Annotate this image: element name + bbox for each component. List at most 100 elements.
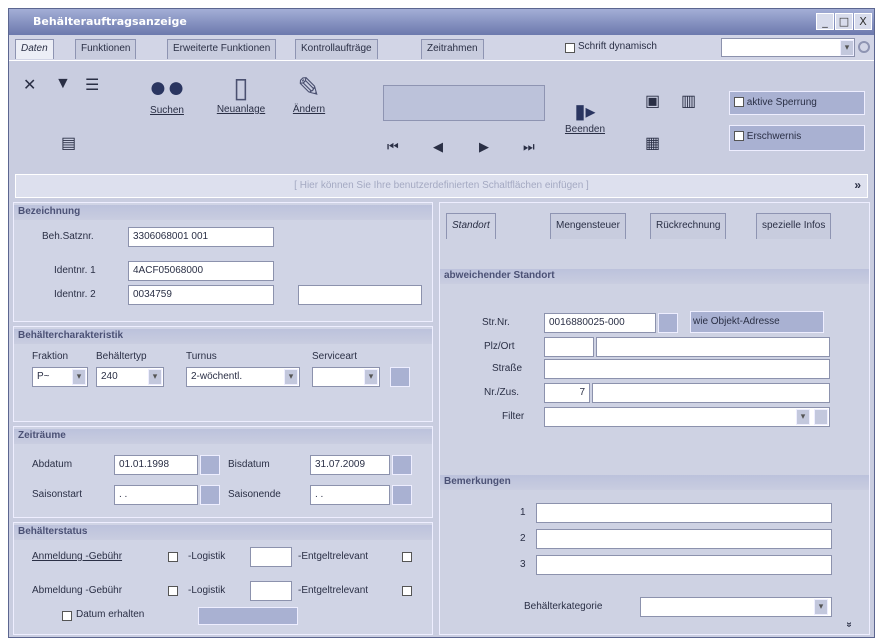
calendar-icon[interactable]: [200, 485, 220, 505]
chevron-down-icon[interactable]: ▾: [364, 369, 378, 385]
record-display: [383, 85, 545, 121]
nr-field[interactable]: 7: [544, 383, 590, 403]
first-record-icon[interactable]: ⏮: [387, 139, 399, 155]
schrift-dynamisch-checkbox[interactable]: [565, 43, 575, 53]
search-button[interactable]: ●● Suchen: [137, 71, 197, 116]
strnr-field[interactable]: 0016880025-000: [544, 313, 656, 333]
anmeldung-entgelt-label: -Entgeltrelevant: [298, 551, 369, 562]
edit-button[interactable]: ✎ Ändern: [281, 71, 337, 115]
bemerkung-1-field[interactable]: [536, 503, 832, 523]
chevron-down-icon[interactable]: ▾: [840, 40, 854, 56]
ident3-field[interactable]: [298, 285, 422, 305]
anmeldung-checkbox[interactable]: [168, 552, 178, 562]
expand-more-icon[interactable]: »: [843, 622, 854, 628]
tab-rueckrechnung[interactable]: Rückrechnung: [650, 213, 727, 239]
toolbar: ✕ ▼ ☰ ▤ ●● Suchen ▯ Neuanlage ✎ Ändern ⏮…: [9, 61, 874, 171]
tab-spezielle-infos[interactable]: spezielle Infos: [756, 213, 832, 239]
expand-toolbar-icon[interactable]: »: [854, 178, 861, 192]
zeitraeume-panel: Zeiträume Abdatum 01.01.1998 Bisdatum 31…: [13, 426, 433, 518]
close-button[interactable]: X: [854, 13, 872, 30]
strasse-label: Straße: [492, 363, 523, 374]
filter-select[interactable]: [544, 407, 830, 427]
ident2-field[interactable]: 0034759: [128, 285, 274, 305]
abdatum-field[interactable]: 01.01.1998: [114, 455, 198, 475]
wie-objekt-adresse-button[interactable]: wie Objekt-Adresse: [690, 311, 824, 333]
abdatum-label: Abdatum: [32, 459, 73, 470]
tab-mengensteuer[interactable]: Mengensteuer: [550, 213, 626, 239]
anmeldung-label: Anmeldung -Gebühr: [32, 551, 123, 562]
print-icon[interactable]: ▤: [61, 133, 76, 153]
bisdatum-label: Bisdatum: [228, 459, 270, 470]
service-lookup-button[interactable]: [390, 367, 410, 387]
chevron-down-icon[interactable]: ▾: [796, 409, 810, 425]
bisdatum-field[interactable]: 31.07.2009: [310, 455, 390, 475]
turnus-select[interactable]: 2-wöchentl.: [186, 367, 300, 387]
bezeichnung-panel: Bezeichnung Beh.Satznr. 3306068001 001 I…: [13, 202, 433, 322]
tab-daten[interactable]: Daten: [15, 39, 54, 59]
tab-kontrollauftraege[interactable]: Kontrollaufträge: [295, 39, 378, 59]
main-window: Behälterauftragsanzeige _ □ X Daten Funk…: [8, 8, 875, 638]
turnus-label: Turnus: [186, 351, 217, 362]
maximize-button[interactable]: □: [835, 13, 853, 30]
new-button[interactable]: ▯ Neuanlage: [209, 71, 273, 115]
erschwernis-checkbox[interactable]: [734, 131, 744, 142]
erschwernis-label: Erschwernis: [746, 131, 802, 142]
bemerkung-1-label: 1: [520, 507, 526, 518]
plz-field[interactable]: [544, 337, 594, 357]
abmeldung-logistik-label: -Logistik: [188, 585, 226, 596]
list-icon[interactable]: ☰: [85, 75, 99, 95]
saisonstart-field[interactable]: . .: [114, 485, 198, 505]
edit-label: Ändern: [292, 104, 326, 115]
beh-satznr-field[interactable]: 3306068001 001: [128, 227, 274, 247]
calendar-icon[interactable]: [392, 455, 412, 475]
ident1-field[interactable]: 4ACF05068000: [128, 261, 274, 281]
copy-icon[interactable]: ▦: [645, 133, 660, 153]
zus-field[interactable]: [592, 383, 830, 403]
next-record-icon[interactable]: ▶: [479, 139, 489, 155]
info-icon[interactable]: ▥: [681, 91, 696, 111]
strasse-field[interactable]: [544, 359, 830, 379]
aktive-sperrung-checkbox[interactable]: [734, 97, 744, 108]
minimize-button[interactable]: _: [816, 13, 834, 30]
chevron-down-icon[interactable]: ▾: [72, 369, 86, 385]
kategorie-select[interactable]: [640, 597, 832, 617]
bemerkung-2-field[interactable]: [536, 529, 832, 549]
anmeldung-entgelt-checkbox[interactable]: [402, 552, 412, 562]
tab-funktionen[interactable]: Funktionen: [75, 39, 137, 59]
prev-record-icon[interactable]: ◀: [433, 139, 443, 155]
chevron-down-icon[interactable]: ▾: [148, 369, 162, 385]
zeitraeume-header: Zeiträume: [14, 429, 432, 444]
saisonende-label: Saisonende: [228, 489, 281, 500]
saisonende-field[interactable]: . .: [310, 485, 390, 505]
archive-icon[interactable]: ▣: [645, 91, 660, 111]
exit-button[interactable]: ▮▸ Beenden: [557, 99, 613, 135]
delete-icon[interactable]: ✕: [23, 75, 36, 95]
tab-standort[interactable]: Standort: [446, 213, 496, 239]
exit-label: Beenden: [564, 124, 606, 135]
chevron-down-icon[interactable]: ▾: [814, 599, 828, 615]
erschwernis-toggle[interactable]: Erschwernis: [729, 125, 865, 151]
charakteristik-panel: Behältercharakteristik Fraktion P~ ▾ Beh…: [13, 326, 433, 422]
calendar-icon[interactable]: [392, 485, 412, 505]
aktive-sperrung-toggle[interactable]: aktive Sperrung: [729, 91, 865, 115]
abmeldung-entgelt-checkbox[interactable]: [402, 586, 412, 596]
bemerkung-3-field[interactable]: [536, 555, 832, 575]
chevron-down-icon[interactable]: ▾: [284, 369, 298, 385]
datum-erhalten-button[interactable]: [198, 607, 298, 625]
datum-erhalten-checkbox[interactable]: [62, 611, 72, 621]
strnr-lookup-button[interactable]: [658, 313, 678, 333]
tab-erweiterte-funktionen[interactable]: Erweiterte Funktionen: [167, 39, 277, 59]
title-bar: Behälterauftragsanzeige: [9, 9, 874, 35]
saisonstart-label: Saisonstart: [32, 489, 83, 500]
help-icon[interactable]: [858, 41, 870, 53]
top-combo[interactable]: [721, 38, 855, 57]
tab-zeitrahmen[interactable]: Zeitrahmen: [421, 39, 484, 59]
last-record-icon[interactable]: ⏭: [523, 139, 535, 155]
abmeldung-logistik-select[interactable]: [250, 581, 292, 601]
ort-field[interactable]: [596, 337, 830, 357]
anmeldung-logistik-select[interactable]: [250, 547, 292, 567]
filter-extra-button[interactable]: [814, 409, 828, 425]
abmeldung-checkbox[interactable]: [168, 586, 178, 596]
filter-icon[interactable]: ▼: [55, 75, 71, 93]
calendar-icon[interactable]: [200, 455, 220, 475]
